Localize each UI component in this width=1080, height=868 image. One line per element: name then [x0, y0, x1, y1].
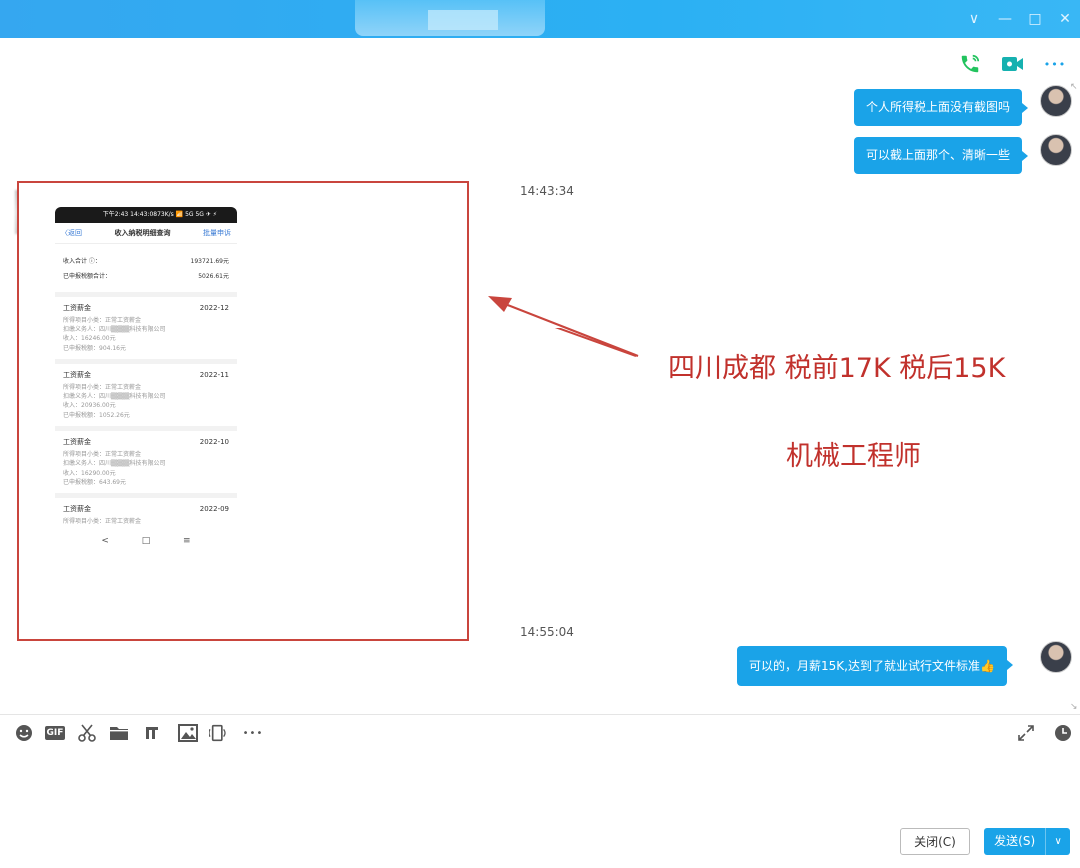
message-bubble-outgoing[interactable]: 个人所得税上面没有截图吗 — [854, 89, 1029, 126]
income-label: 收入合计 ⓘ： — [63, 258, 101, 265]
home-nav-icon: □ — [141, 536, 151, 547]
phone-icon[interactable] — [958, 52, 982, 76]
back-nav-icon: < — [101, 536, 109, 547]
item-line: 收入：16246.00元 — [63, 335, 116, 343]
menu-nav-icon: ≡ — [183, 536, 191, 547]
scroll-down-icon[interactable]: ↘ — [1070, 702, 1078, 712]
list-item: 工资薪金 2022-09 所得项目小类：正常工资薪金 — [55, 498, 237, 532]
expand-icon[interactable] — [1015, 722, 1037, 744]
message-bubble-outgoing[interactable]: 可以截上面那个、清晰一些 — [854, 137, 1029, 174]
item-line: 收入：20936.00元 — [63, 402, 116, 410]
maximize-button[interactable]: □ — [1025, 9, 1045, 29]
back-link: 〈返回 — [61, 229, 82, 237]
tax-label: 已申报税额合计： — [63, 273, 112, 280]
image-message[interactable]: 下午2:43 14:43:0873K/s 📶 5G 5G ✈ ⚡ 〈返回 收入纳… — [17, 181, 469, 641]
item-title: 工资薪金 — [63, 438, 91, 447]
video-call-icon[interactable] — [1001, 52, 1025, 76]
item-line: 收入：16290.00元 — [63, 469, 116, 477]
more-options-icon[interactable]: ••• — [1043, 52, 1067, 76]
item-line: 扣缴义务人：四川▒▒▒▒科技有限公司 — [63, 393, 166, 401]
item-date: 2022-11 — [199, 371, 229, 380]
item-title: 工资薪金 — [63, 304, 91, 312]
arrow-icon — [488, 296, 639, 358]
annotation-job: 机械工程师 — [786, 441, 921, 472]
phone-screenshot: 下午2:43 14:43:0873K/s 📶 5G 5G ✈ ⚡ 〈返回 收入纳… — [55, 207, 237, 607]
item-line: 扣缴义务人：四川▒▒▒▒科技有限公司 — [63, 460, 166, 468]
chat-history[interactable]: ••• ↖ 个人所得税上面没有截图吗 可以截上面那个、清晰一些 14:43:34… — [0, 38, 1080, 714]
message-timestamp: 14:43:34 — [520, 184, 574, 198]
minimize-button[interactable]: — — [995, 9, 1015, 29]
scissors-icon[interactable] — [76, 722, 98, 744]
item-title: 工资薪金 — [63, 505, 91, 514]
folder-icon[interactable] — [108, 722, 130, 744]
item-line: 已申报税额：1052.26元 — [63, 411, 130, 419]
list-item: 工资薪金 2022-10 所得项目小类：正常工资薪金 扣缴义务人：四川▒▒▒▒科技… — [55, 431, 237, 499]
scroll-up-icon[interactable]: ↖ — [1070, 82, 1078, 92]
annotation-salary: 四川成都 税前17K 税后15K — [668, 353, 1006, 384]
item-line: 所得项目小类：正常工资薪金 — [63, 450, 142, 458]
title-bar: ∨ — □ ✕ — [0, 0, 1080, 38]
send-options-chevron-icon[interactable]: ∨ — [1045, 828, 1070, 855]
message-input[interactable] — [0, 752, 1080, 822]
close-window-button[interactable]: ✕ — [1055, 9, 1075, 29]
emoji-icon[interactable] — [13, 722, 35, 744]
item-date: 2022-12 — [199, 304, 229, 312]
item-title: 工资薪金 — [63, 371, 91, 380]
item-line: 所得项目小类：正常工资薪金 — [63, 383, 142, 391]
image-icon[interactable] — [177, 722, 199, 744]
avatar[interactable] — [1040, 134, 1072, 166]
summary-section: 收入合计 ⓘ： 193721.69元 已申报税额合计： 5026.61元 — [55, 244, 237, 297]
send-button[interactable]: 发送(S) ∨ — [984, 828, 1070, 855]
item-line: 扣缴义务人：四川▒▒▒▒科技有限公司 — [63, 326, 166, 334]
batch-appeal-link: 批量申诉 — [203, 229, 231, 237]
phone-bottom-nav: < □ ≡ — [55, 532, 237, 550]
phone-status-bar: 下午2:43 14:43:0873K/s 📶 5G 5G ✈ ⚡ — [55, 207, 237, 223]
divider — [0, 714, 1080, 715]
screen-share-icon[interactable] — [209, 722, 231, 744]
item-date: 2022-10 — [199, 438, 229, 447]
music-icon[interactable] — [141, 722, 163, 744]
phone-nav-header: 〈返回 收入纳税明细查询 批量申诉 — [55, 223, 237, 244]
item-date: 2022-09 — [199, 505, 229, 514]
close-button[interactable]: 关闭(C) — [900, 828, 970, 855]
item-line: 已申报税额：643.69元 — [63, 478, 126, 486]
avatar[interactable] — [1040, 85, 1072, 117]
message-bubble-outgoing[interactable]: 可以的，月薪15K,达到了就业试行文件标准👍 — [737, 646, 1013, 686]
avatar[interactable] — [1040, 641, 1072, 673]
tax-value: 5026.61元 — [198, 273, 229, 280]
item-line: 已申报税额：904.16元 — [63, 344, 126, 352]
dropdown-window-button[interactable]: ∨ — [964, 9, 984, 29]
income-value: 193721.69元 — [190, 258, 229, 265]
message-timestamp: 14:55:04 — [520, 625, 574, 639]
input-toolbar: GIF ••• — [0, 720, 1080, 748]
gif-icon[interactable]: GIF — [43, 722, 67, 744]
title-blurred-text — [428, 10, 498, 30]
item-line: 所得项目小类：正常工资薪金 — [63, 316, 142, 324]
item-line: 所得项目小类：正常工资薪金 — [63, 517, 142, 525]
screen-title: 收入纳税明细查询 — [114, 229, 171, 237]
gif-label: GIF — [44, 726, 66, 740]
send-label[interactable]: 发送(S) — [984, 828, 1045, 855]
list-item: 工资薪金 2022-11 所得项目小类：正常工资薪金 扣缴义务人：四川▒▒▒▒科技… — [55, 364, 237, 432]
list-item: 工资薪金 2022-12 所得项目小类：正常工资薪金 扣缴义务人：四川▒▒▒▒科技… — [55, 297, 237, 365]
more-tools-icon[interactable]: ••• — [241, 722, 265, 744]
history-clock-icon[interactable] — [1052, 722, 1074, 744]
